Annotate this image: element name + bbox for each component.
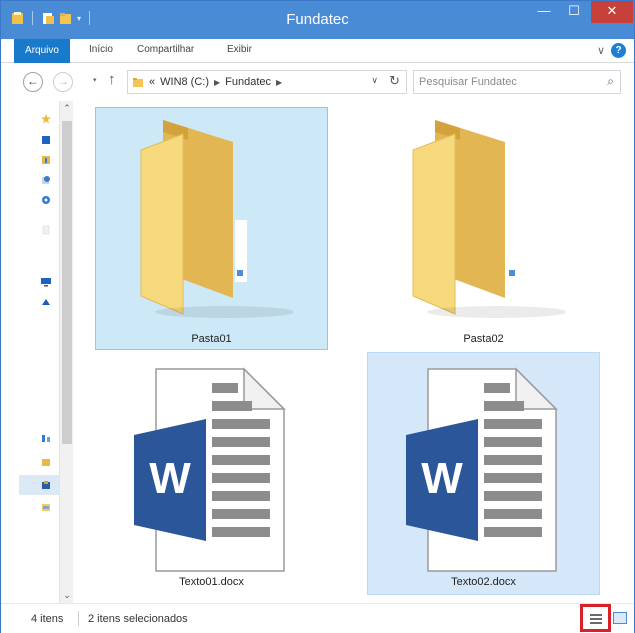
close-button[interactable]: ✕ <box>591 1 633 23</box>
file-name: Texto02.docx <box>451 576 516 588</box>
file-name: Texto01.docx <box>179 576 244 588</box>
back-button[interactable]: ← <box>23 72 43 92</box>
scroll-down-icon[interactable]: ⌄ <box>60 590 74 601</box>
details-view-icon <box>590 614 602 624</box>
forward-button[interactable]: → <box>53 72 73 92</box>
title-bar[interactable]: ▾ Fundatec — ☐ ✕ <box>1 1 634 39</box>
network-icon[interactable] <box>41 433 51 443</box>
recent-places-icon[interactable] <box>41 175 51 185</box>
breadcrumb-current[interactable]: Fundatec <box>225 76 271 88</box>
explorer-window: ▾ Fundatec — ☐ ✕ Arquivo Início Comparti… <box>0 0 635 633</box>
search-input[interactable] <box>419 74 594 90</box>
address-history-dropdown[interactable]: ∨ <box>371 75 378 86</box>
tab-arquivo[interactable]: Arquivo <box>14 39 70 63</box>
up-button[interactable]: ↑ <box>108 71 116 88</box>
tab-exibir[interactable]: Exibir <box>227 44 252 55</box>
navigation-pane-scrollbar[interactable]: ⌃ ⌄ <box>59 101 73 603</box>
navigation-bar: ← → ▾ ↑ « WIN8 (C:) ▶ Fundatec ▶ ∨ ↻ ⌕ <box>1 63 634 101</box>
tab-inicio[interactable]: Início <box>89 44 113 55</box>
search-box[interactable]: ⌕ <box>413 70 621 94</box>
file-name: Pasta02 <box>463 333 504 345</box>
breadcrumb-separator-icon[interactable]: ▶ <box>214 78 220 87</box>
scroll-up-icon[interactable]: ⌃ <box>60 103 74 114</box>
recent-locations-dropdown[interactable]: ▾ <box>93 76 97 84</box>
downloads-icon[interactable] <box>41 155 51 165</box>
large-icons-view-button[interactable] <box>613 612 627 624</box>
word-letter: W <box>421 454 463 503</box>
details-view-button[interactable] <box>580 604 611 632</box>
documents-icon[interactable] <box>41 502 51 512</box>
scrollbar-thumb[interactable] <box>62 121 72 444</box>
desktop-icon[interactable] <box>41 135 51 145</box>
maximize-button[interactable]: ☐ <box>559 1 589 23</box>
blank-icon[interactable] <box>41 225 51 235</box>
folder-icon <box>412 120 565 318</box>
file-item-folder[interactable]: Pasta01 <box>95 107 328 350</box>
homegroup-icon[interactable] <box>41 195 51 205</box>
file-name: Pasta01 <box>191 333 232 345</box>
folder-icon <box>140 120 293 318</box>
breadcrumb-drive[interactable]: WIN8 (C:) <box>160 76 209 88</box>
status-separator <box>78 611 79 626</box>
path-overflow-icon[interactable]: « <box>149 76 155 88</box>
favorites-star-icon[interactable] <box>41 114 51 124</box>
tab-compartilhar[interactable]: Compartilhar <box>137 44 194 55</box>
help-icon[interactable]: ? <box>611 43 626 58</box>
status-bar: 4 itens 2 itens selecionados <box>1 603 634 633</box>
pictures-icon[interactable] <box>41 480 51 490</box>
navigation-pane[interactable]: ⌃ ⌄ <box>1 101 73 603</box>
refresh-icon[interactable]: ↻ <box>389 73 400 89</box>
library-icon[interactable] <box>41 457 51 467</box>
minimize-button[interactable]: — <box>529 1 559 23</box>
word-document-icon: W <box>134 367 286 572</box>
file-item-document[interactable]: W Texto01.docx <box>95 352 328 595</box>
search-icon[interactable]: ⌕ <box>607 74 614 89</box>
selection-count: 2 itens selecionados <box>88 613 188 625</box>
ribbon-controls: ∨ ? <box>597 43 626 58</box>
file-list[interactable]: Pasta01 Pasta02 W Texto01.docx W Texto02… <box>73 101 634 603</box>
this-pc-icon[interactable] <box>41 277 51 287</box>
folder-path-icon <box>133 78 143 87</box>
navigation-pane-selection <box>19 475 59 495</box>
breadcrumb-separator-icon[interactable]: ▶ <box>276 78 282 87</box>
expand-ribbon-chevron-icon[interactable]: ∨ <box>597 44 605 57</box>
word-letter: W <box>149 454 191 503</box>
file-item-document[interactable]: W Texto02.docx <box>367 352 600 595</box>
word-document-icon: W <box>406 367 558 572</box>
address-bar[interactable]: « WIN8 (C:) ▶ Fundatec ▶ ∨ ↻ <box>127 70 407 94</box>
onedrive-icon[interactable] <box>41 297 51 307</box>
file-item-folder[interactable]: Pasta02 <box>367 107 600 350</box>
item-count: 4 itens <box>31 613 64 625</box>
ribbon-tab-bar: Arquivo Início Compartilhar Exibir ∨ ? <box>1 39 634 63</box>
